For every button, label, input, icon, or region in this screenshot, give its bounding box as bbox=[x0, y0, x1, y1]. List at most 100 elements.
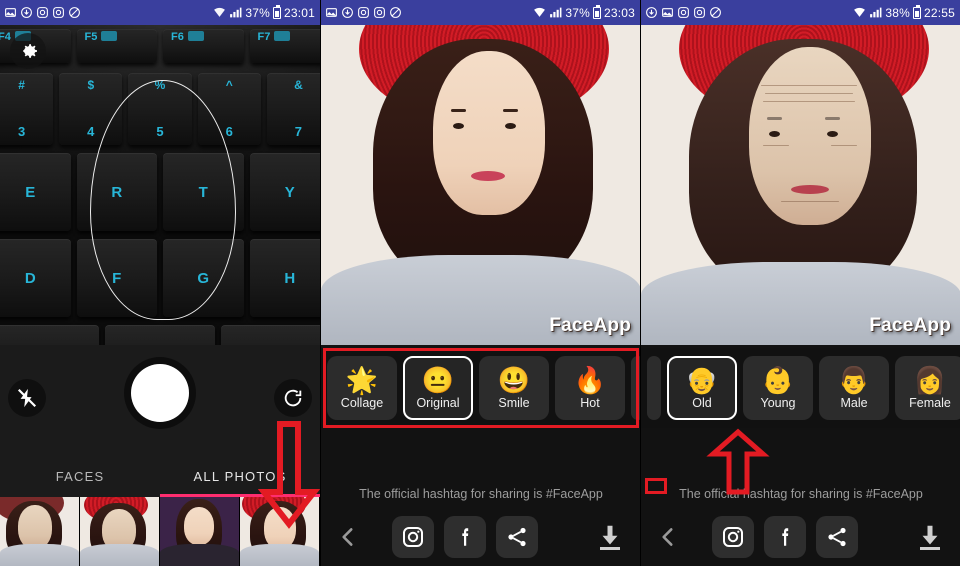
share-action-bar bbox=[641, 508, 960, 566]
download-icon[interactable] bbox=[593, 518, 627, 556]
image-icon bbox=[326, 8, 337, 17]
eyebrow-right bbox=[503, 109, 518, 112]
battery-icon bbox=[272, 4, 281, 19]
filter-female[interactable]: 👩 Female bbox=[895, 356, 960, 420]
key: G bbox=[163, 239, 244, 317]
filter-label: Hot bbox=[580, 395, 600, 410]
status-bar: 37% 23:03 bbox=[321, 0, 640, 25]
filter-label: Original bbox=[416, 395, 460, 410]
eye-right bbox=[827, 131, 838, 137]
gear-icon[interactable] bbox=[10, 33, 46, 69]
key-lower: 4 bbox=[87, 124, 95, 139]
filter-prev-partial[interactable] bbox=[647, 356, 661, 420]
thumbnail-item[interactable] bbox=[160, 497, 240, 566]
wifi-icon bbox=[534, 7, 546, 17]
thumb-photo bbox=[240, 497, 319, 566]
image-icon bbox=[5, 8, 16, 17]
thumbnail-item[interactable] bbox=[80, 497, 160, 566]
filter-hot[interactable]: 🔥 Hot bbox=[555, 356, 625, 420]
photo-thumbnail-strip bbox=[0, 497, 320, 566]
eye-left bbox=[453, 123, 464, 129]
key: R bbox=[76, 153, 157, 231]
share-icon[interactable] bbox=[815, 516, 858, 558]
instagram-icon[interactable] bbox=[711, 516, 754, 558]
wrinkle bbox=[763, 101, 855, 102]
key-badge bbox=[274, 31, 291, 41]
baby-icon: 👶 bbox=[761, 364, 795, 395]
filter-label: Old bbox=[692, 395, 712, 410]
battery-icon bbox=[912, 4, 921, 19]
key: H bbox=[249, 239, 320, 317]
keyboard-fn-row: F4 F5 F6 F7 bbox=[0, 29, 320, 63]
back-icon[interactable] bbox=[335, 520, 361, 554]
tab-all-photos[interactable]: ALL PHOTOS bbox=[160, 469, 320, 484]
facebook-icon[interactable] bbox=[443, 516, 486, 558]
shutter-button[interactable] bbox=[124, 357, 196, 429]
status-notification-icons bbox=[325, 6, 533, 19]
status-notification-icons bbox=[645, 6, 853, 19]
thumb-face bbox=[264, 507, 296, 549]
photo-preview: FaceApp bbox=[641, 25, 960, 345]
image-icon bbox=[662, 8, 673, 17]
filter-old[interactable]: 👴 Old bbox=[667, 356, 737, 420]
key-lower: 5 bbox=[156, 124, 164, 139]
battery-percent: 38% bbox=[885, 5, 910, 20]
keyboard-letter-row-1: E R T Y bbox=[0, 153, 320, 231]
faceapp-watermark: FaceApp bbox=[549, 315, 631, 336]
wrinkle bbox=[765, 93, 853, 94]
red-up-arrow bbox=[706, 428, 770, 495]
key-fn: F6 bbox=[163, 29, 244, 63]
key: & 7 bbox=[266, 73, 320, 145]
hashtag-hint: The official hashtag for sharing is #Fac… bbox=[359, 487, 603, 501]
clock: 23:03 bbox=[603, 5, 635, 20]
wrinkle bbox=[761, 85, 857, 86]
share-icon[interactable] bbox=[495, 516, 538, 558]
instagram-icon bbox=[53, 7, 64, 18]
filter-label: Smile bbox=[498, 395, 530, 410]
key-fn: F5 bbox=[76, 29, 157, 63]
facebook-icon[interactable] bbox=[763, 516, 806, 558]
filter-label: Male bbox=[840, 395, 868, 410]
wrinkle bbox=[831, 145, 857, 146]
instagram-icon bbox=[37, 7, 48, 18]
flash-off-icon[interactable] bbox=[8, 379, 46, 417]
filter-male[interactable]: 👨 Male bbox=[819, 356, 889, 420]
filter-label: Female bbox=[909, 395, 951, 410]
instagram-icon bbox=[678, 7, 689, 18]
filter-next-partial[interactable] bbox=[631, 356, 640, 420]
mute-icon bbox=[390, 7, 401, 18]
signal-icon bbox=[230, 7, 242, 18]
status-system-icons: 37% 23:01 bbox=[213, 4, 315, 20]
key: D bbox=[0, 239, 71, 317]
fire-icon: 🔥 bbox=[573, 364, 607, 395]
filter-collage[interactable]: 🌟 Collage bbox=[327, 356, 397, 420]
signal-icon bbox=[870, 7, 882, 18]
key-upper: # bbox=[18, 78, 25, 92]
key bbox=[0, 325, 100, 345]
key: T bbox=[163, 153, 244, 231]
status-system-icons: 37% 23:03 bbox=[533, 4, 635, 20]
status-bar: 38% 22:55 bbox=[641, 0, 960, 25]
download-circle-icon bbox=[21, 7, 32, 18]
tab-faces[interactable]: FACES bbox=[0, 469, 160, 484]
thumbnail-item[interactable] bbox=[240, 497, 320, 566]
key bbox=[220, 325, 320, 345]
mouth bbox=[791, 185, 829, 194]
faceapp-watermark: FaceApp bbox=[869, 315, 951, 336]
thumb-photo bbox=[80, 497, 159, 566]
rotate-camera-icon[interactable] bbox=[274, 379, 312, 417]
filter-smile[interactable]: 😃 Smile bbox=[479, 356, 549, 420]
woman-icon: 👩 bbox=[913, 364, 947, 395]
instagram-icon[interactable] bbox=[391, 516, 434, 558]
camera-viewfinder[interactable]: F4 F5 F6 F7 #3 $4 % 5 ^ 6 & 7 E R T Y D … bbox=[0, 25, 320, 345]
download-icon[interactable] bbox=[913, 518, 947, 556]
battery-percent: 37% bbox=[565, 5, 590, 20]
key-label: F7 bbox=[257, 31, 271, 43]
thumb-body bbox=[80, 543, 159, 566]
filter-original[interactable]: 😐 Original bbox=[403, 356, 473, 420]
instagram-icon bbox=[374, 7, 385, 18]
filter-young[interactable]: 👶 Young bbox=[743, 356, 813, 420]
back-icon[interactable] bbox=[655, 520, 681, 554]
key-lower: 3 bbox=[17, 124, 26, 139]
thumbnail-item[interactable] bbox=[0, 497, 80, 566]
